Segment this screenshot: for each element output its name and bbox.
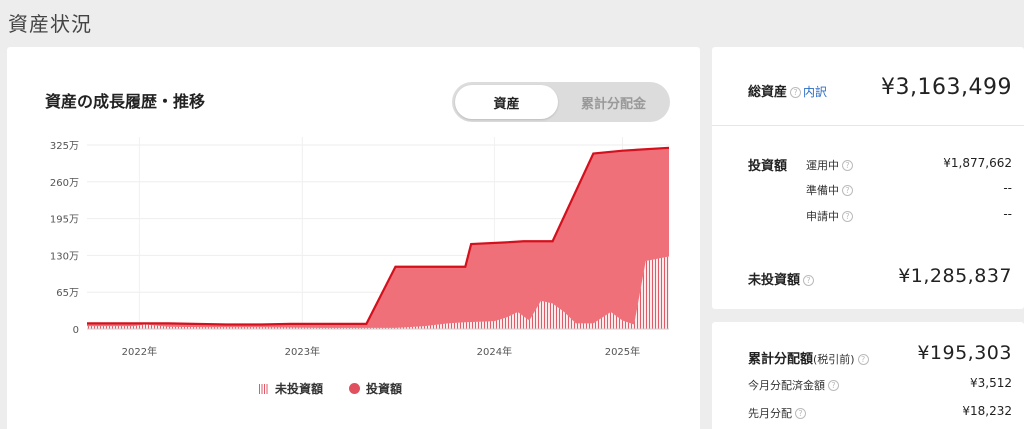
this-month-row: 今月分配済金額?	[748, 377, 839, 393]
dot-swatch-icon	[349, 383, 361, 394]
total-assets-value: ¥3,163,499	[881, 75, 1012, 100]
distribution-value: ¥195,303	[917, 342, 1012, 364]
info-icon[interactable]: ?	[842, 211, 853, 222]
legend-item-invested[interactable]: 投資額	[349, 380, 402, 397]
y-tick-label: 260万	[50, 178, 79, 189]
total-assets-row: 総資産? 内訳	[748, 81, 827, 100]
invest-amount-label: 投資額	[748, 159, 788, 174]
operating-value: ¥1,877,662	[943, 156, 1012, 170]
distribution-row: 累計分配額(税引前)?	[748, 348, 869, 367]
x-tick-label: 2024年	[477, 345, 512, 358]
info-icon[interactable]: ?	[842, 185, 853, 196]
applying-label: 申請中	[806, 210, 839, 223]
total-assets-label: 総資産	[748, 85, 788, 100]
last-month-row: 先月分配?	[748, 405, 806, 421]
page-title: 資産状況	[8, 12, 92, 36]
asset-chart-card: 資産の成長履歴・推移 資産 累計分配金 0 65万 130万 195万 260万 325万…	[7, 47, 700, 429]
x-tick-label: 2022年	[122, 345, 157, 358]
preparing-label: 準備中	[806, 184, 839, 197]
operating-row: 運用中?	[806, 157, 853, 173]
y-tick-label: 325万	[50, 141, 79, 152]
applying-row: 申請中?	[806, 208, 853, 224]
divider	[712, 125, 1024, 126]
this-month-value: ¥3,512	[970, 376, 1012, 390]
x-tick-label: 2025年	[605, 345, 640, 358]
last-month-label: 先月分配	[748, 407, 792, 420]
preparing-value: --	[1003, 181, 1012, 195]
preparing-row: 準備中?	[806, 182, 853, 198]
info-icon[interactable]: ?	[795, 408, 806, 419]
info-icon[interactable]: ?	[828, 380, 839, 391]
info-icon[interactable]: ?	[790, 87, 802, 98]
applying-value: --	[1003, 207, 1012, 221]
last-month-value: ¥18,232	[962, 404, 1012, 418]
distribution-label: 累計分配額	[748, 352, 814, 367]
legend-label-invested: 投資額	[366, 382, 403, 396]
info-icon[interactable]: ?	[803, 275, 815, 286]
y-tick-label: 195万	[50, 215, 79, 226]
asset-area-chart: 0 65万 130万 195万 260万 325万 2022年 2023年 2024年 2025年	[50, 137, 670, 358]
legend-item-uninvested[interactable]: 未投資額	[259, 380, 323, 397]
uninvested-label: 未投資額	[748, 273, 801, 288]
total-assets-card: 総資産? 内訳 ¥3,163,499 投資額 運用中? ¥1,877,662 準備…	[712, 47, 1024, 309]
y-tick-label: 65万	[56, 288, 79, 299]
y-tick-label: 0	[73, 325, 79, 336]
info-icon[interactable]: ?	[857, 354, 869, 365]
legend-label-uninvested: 未投資額	[275, 382, 324, 396]
tax-note: (税引前)	[813, 353, 855, 366]
y-tick-label: 130万	[50, 251, 79, 262]
info-icon[interactable]: ?	[842, 160, 853, 171]
uninvested-row: 未投資額?	[748, 269, 815, 288]
stripe-swatch-icon	[259, 383, 269, 394]
distribution-card: 累計分配額(税引前)? ¥195,303 今月分配済金額? ¥3,512 先月分…	[712, 322, 1024, 429]
chart-legend: 未投資額 投資額	[259, 380, 402, 397]
breakdown-link[interactable]: 内訳	[803, 85, 827, 99]
operating-label: 運用中	[806, 159, 839, 172]
this-month-label: 今月分配済金額	[748, 379, 825, 392]
x-tick-label: 2023年	[285, 345, 320, 358]
uninvested-value: ¥1,285,837	[898, 265, 1012, 287]
